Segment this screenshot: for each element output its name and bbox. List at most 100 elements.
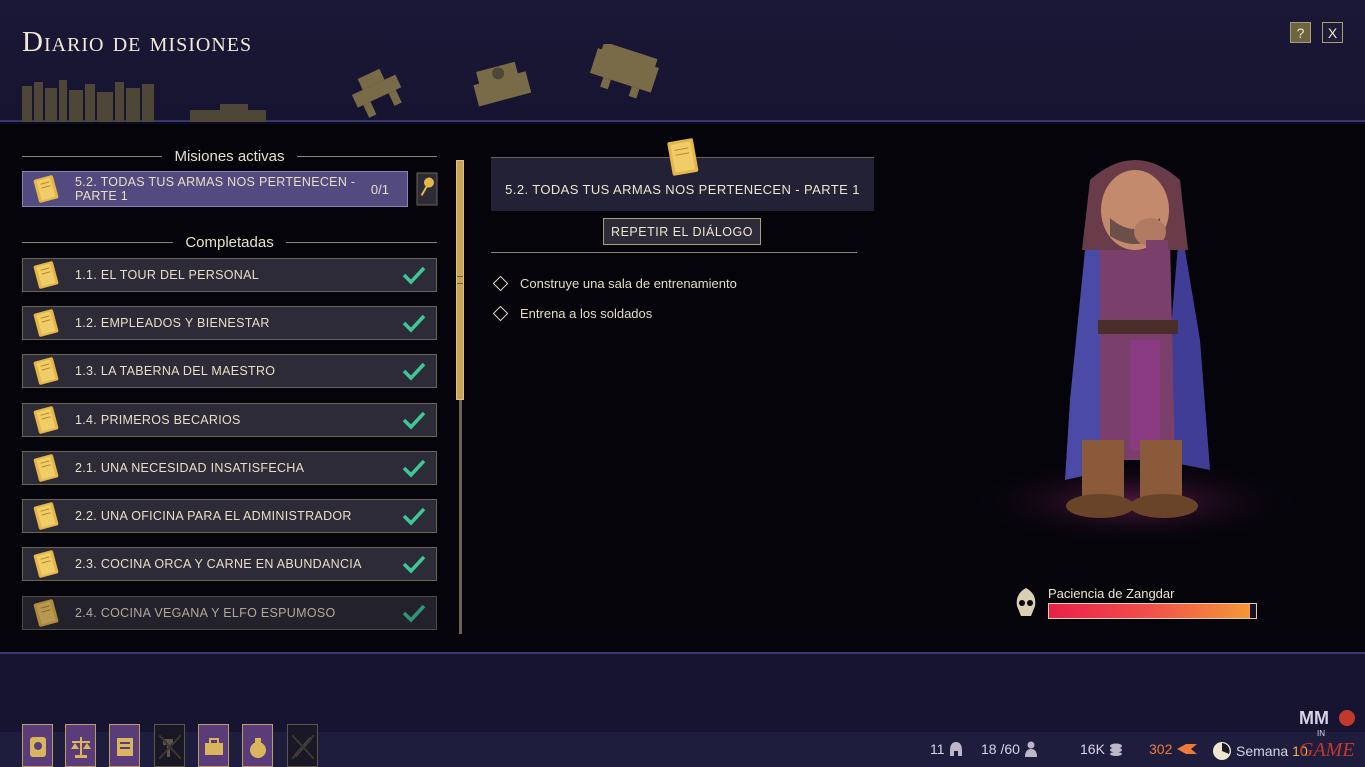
- week-label: Semana: [1236, 743, 1289, 759]
- completed-quest-row[interactable]: 1.1. EL TOUR DEL PERSONAL: [22, 258, 437, 292]
- completed-quest-name: 2.4. COCINA VEGANA Y ELFO ESPUMOSO: [75, 606, 336, 620]
- svg-text:GAME: GAME: [1299, 739, 1355, 761]
- quest-book-icon: [33, 550, 59, 578]
- active-quest-name: 5.2. TODAS TUS ARMAS NOS PERTENECEN - PA…: [75, 175, 356, 203]
- completed-check-icon: [402, 314, 426, 333]
- reputation-icon: [1177, 744, 1198, 754]
- completed-quest-name: 1.3. LA TABERNA DEL MAESTRO: [75, 364, 276, 378]
- week-display: Semana 10: [1212, 741, 1308, 761]
- completed-quest-name: 1.2. EMPLEADOS Y BIENESTAR: [75, 316, 270, 330]
- chest-icon[interactable]: [586, 44, 666, 100]
- page-title: Diario de misiones: [22, 26, 253, 58]
- repeat-dialogue-button[interactable]: REPETIR EL DIÁLOGO: [603, 218, 761, 245]
- completed-check-icon: [402, 266, 426, 285]
- briefcase-tool-button[interactable]: [198, 724, 229, 767]
- pin-icon[interactable]: [416, 172, 438, 206]
- notice-tool-button[interactable]: [109, 724, 140, 767]
- staff-count-value: 18 /60: [981, 741, 1020, 757]
- completed-quest-name: 2.3. COCINA ORCA Y CARNE EN ABUNDANCIA: [75, 557, 362, 571]
- active-quest-progress: 0/1: [370, 181, 389, 197]
- objective-text: Entrena a los soldados: [520, 305, 653, 321]
- completed-quest-name: 1.4. PRIMEROS BECARIOS: [75, 413, 241, 427]
- svg-text:IN: IN: [1317, 729, 1325, 738]
- sword-tool-button[interactable]: [287, 724, 318, 767]
- anvil-icon[interactable]: [345, 66, 409, 118]
- scrolls-icon[interactable]: [190, 104, 266, 122]
- books-icon[interactable]: [20, 78, 160, 122]
- patience-label: Paciencia de Zangdar: [1048, 586, 1175, 601]
- active-quests-label: Misiones activas: [174, 147, 285, 165]
- hammer-icon: [159, 735, 181, 759]
- completed-check-icon: [402, 507, 426, 526]
- patience-bar-fill: [1049, 604, 1250, 618]
- staff-count: 18 /60: [981, 741, 1038, 757]
- site-logo-watermark: MM IN GAME: [1299, 708, 1355, 761]
- quest-book-icon: [33, 357, 59, 385]
- completed-check-icon: [402, 604, 426, 623]
- objective-diamond-icon: [492, 305, 509, 321]
- completed-quest-row[interactable]: 1.3. LA TABERNA DEL MAESTRO: [22, 354, 437, 388]
- quest-book-icon: [33, 261, 59, 289]
- completed-check-icon: [402, 362, 426, 381]
- completed-quest-name: 2.2. UNA OFICINA PARA EL ADMINISTRADOR: [75, 509, 352, 523]
- active-quests-header: Misiones activas: [22, 146, 438, 166]
- quest-detail-title: 5.2. TODAS TUS ARMAS NOS PERTENECEN - PA…: [505, 182, 860, 197]
- crates-icon[interactable]: [468, 58, 534, 110]
- completed-quest-row[interactable]: 1.2. EMPLEADOS Y BIENESTAR: [22, 306, 437, 340]
- gold-count-value: 16K: [1080, 741, 1105, 757]
- completed-check-icon: [402, 411, 426, 430]
- helmet-icon: [949, 742, 962, 756]
- moneybag-tool-button[interactable]: [242, 724, 273, 767]
- quest-journal-tool-button[interactable]: [22, 724, 53, 767]
- quest-book-icon: [33, 454, 59, 482]
- briefcase-icon: [205, 738, 223, 755]
- balance-icon: [71, 737, 91, 758]
- quest-book-icon: [33, 502, 59, 530]
- help-button[interactable]: ?: [1290, 22, 1311, 43]
- notice-icon: [117, 738, 133, 756]
- reputation-count: 302: [1149, 741, 1198, 757]
- zangdar-skull-icon: [1016, 588, 1036, 616]
- completed-check-icon: [402, 555, 426, 574]
- active-quest-row[interactable]: 5.2. TODAS TUS ARMAS NOS PERTENECEN - PA…: [22, 171, 408, 207]
- quest-scroll-icon: [30, 737, 46, 757]
- completed-quest-name: 2.1. UNA NECESIDAD INSATISFECHA: [75, 461, 305, 475]
- completed-quest-row[interactable]: 2.2. UNA OFICINA PARA EL ADMINISTRADOR: [22, 499, 437, 533]
- close-button[interactable]: X: [1322, 22, 1343, 43]
- quest-book-icon: [33, 309, 59, 337]
- moneybag-icon: [250, 738, 266, 758]
- completed-quest-name: 1.1. EL TOUR DEL PERSONAL: [75, 268, 259, 282]
- sword-icon: [292, 735, 314, 759]
- clock-icon: [1213, 742, 1231, 760]
- quest-book-icon: [33, 406, 59, 434]
- completed-quest-row[interactable]: 1.4. PRIMEROS BECARIOS: [22, 403, 437, 437]
- objective-diamond-icon: [492, 275, 509, 291]
- soldiers-count: 11: [930, 741, 963, 757]
- reputation-count-value: 302: [1149, 741, 1173, 757]
- completed-quest-row[interactable]: 2.4. COCINA VEGANA Y ELFO ESPUMOSO: [22, 596, 437, 630]
- objective-text: Construye una sala de entrenamiento: [520, 275, 737, 291]
- completed-quest-row[interactable]: 2.3. COCINA ORCA Y CARNE EN ABUNDANCIA: [22, 547, 437, 581]
- quest-book-icon: [33, 599, 59, 627]
- header-band: Diario de misiones ? X: [0, 0, 1365, 122]
- zangdar-character-portrait: [965, 160, 1300, 546]
- scroll-grip: [457, 276, 463, 284]
- objective-item: Construye una sala de entrenamiento: [492, 273, 737, 293]
- objective-item: Entrena a los soldados: [492, 303, 653, 323]
- gold-count: 16K: [1080, 741, 1123, 757]
- soldiers-count-value: 11: [930, 741, 945, 757]
- quest-book-icon: [33, 175, 59, 203]
- coins-icon: [1109, 743, 1122, 756]
- divider: [491, 252, 857, 253]
- patience-bar: [1048, 603, 1257, 619]
- svg-text:MM: MM: [1299, 708, 1329, 728]
- completed-quests-header: Completadas: [22, 232, 438, 252]
- quest-book-icon: [667, 138, 699, 176]
- completed-check-icon: [402, 459, 426, 478]
- completed-quest-row[interactable]: 2.1. UNA NECESIDAD INSATISFECHA: [22, 451, 437, 485]
- worker-icon: [1024, 741, 1037, 757]
- balance-tool-button[interactable]: [65, 724, 96, 767]
- completed-quests-label: Completadas: [185, 233, 274, 251]
- bottom-band: [0, 652, 1365, 732]
- hammer-tool-button[interactable]: [154, 724, 185, 767]
